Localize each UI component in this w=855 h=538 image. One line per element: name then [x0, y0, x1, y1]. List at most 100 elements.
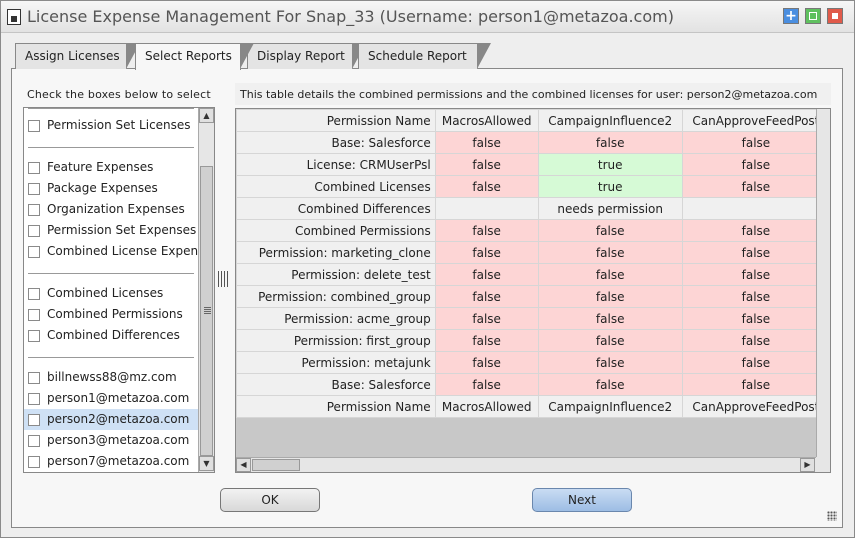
table-row: Permission: combined_group false false fals…	[236, 285, 830, 308]
checkbox[interactable]	[28, 435, 40, 447]
checkbox[interactable]	[28, 162, 40, 174]
table-cell: false	[681, 329, 830, 352]
checkbox[interactable]	[28, 246, 40, 258]
checkbox[interactable]	[28, 288, 40, 300]
table-row: Combined Licenses false true false	[236, 175, 830, 198]
item-label: person3@metazoa.com	[47, 433, 190, 447]
table-header-row: Permission Name MacrosAllowed CampaignIn…	[236, 109, 830, 132]
scroll-down-icon[interactable]: ▼	[199, 456, 214, 471]
table-cell: false	[681, 307, 830, 330]
checkbox[interactable]	[28, 120, 40, 132]
tab-label: Select Reports	[145, 49, 232, 63]
checkbox[interactable]	[28, 456, 40, 468]
table-cell: false	[537, 351, 683, 374]
scroll-right-icon[interactable]: ▶	[800, 458, 815, 472]
close-icon[interactable]	[827, 8, 843, 24]
column-footer: CanApproveFeedPost	[681, 395, 830, 418]
row-header: Permission: acme_group	[236, 307, 436, 330]
item-label: Combined Permissions	[47, 307, 183, 321]
table-cell: false	[681, 351, 830, 374]
checkbox[interactable]	[28, 204, 40, 216]
table-row: Permission: marketing_clone false false fal…	[236, 241, 830, 264]
table-cell: false	[681, 175, 830, 198]
list-item[interactable]: Feature Expenses	[24, 157, 198, 178]
checkbox[interactable]	[28, 309, 40, 321]
table-cell: false	[681, 219, 830, 242]
row-header: Combined Differences	[236, 197, 436, 220]
list-item[interactable]: person7@metazoa.com	[24, 451, 198, 472]
list-content: Permission Set Licenses Feature Expenses…	[24, 108, 198, 472]
maximize-icon[interactable]: +	[783, 8, 799, 24]
table-vertical-scrollbar[interactable]	[816, 109, 830, 457]
next-button[interactable]: Next	[532, 488, 632, 512]
report-selection-list[interactable]: Permission Set Licenses Feature Expenses…	[23, 107, 215, 473]
row-header: Base: Salesforce	[236, 131, 436, 154]
scroll-left-icon[interactable]: ◀	[236, 458, 251, 472]
list-item[interactable]: Organization Expenses	[24, 199, 198, 220]
permissions-table: Permission Name MacrosAllowed CampaignIn…	[236, 109, 830, 418]
table-cell: false	[434, 175, 539, 198]
list-item[interactable]: person1@metazoa.com	[24, 388, 198, 409]
row-header: Combined Permissions	[236, 219, 436, 242]
tab-assign-licenses[interactable]: Assign Licenses	[15, 43, 140, 69]
list-item[interactable]: Combined Licenses	[24, 283, 198, 304]
list-item[interactable]: Package Expenses	[24, 178, 198, 199]
item-label: person2@metazoa.com	[47, 412, 190, 426]
list-item[interactable]: billnewss88@mz.com	[24, 367, 198, 388]
checkbox[interactable]	[28, 393, 40, 405]
row-header: Permission: combined_group	[236, 285, 436, 308]
app-window: License Expense Management For Snap_33 (…	[0, 0, 855, 538]
table-cell: false	[537, 131, 683, 154]
scroll-up-icon[interactable]: ▲	[199, 108, 214, 123]
checkbox[interactable]	[28, 183, 40, 195]
table-cell: false	[434, 219, 539, 242]
list-item[interactable]: Permission Set Expenses	[24, 220, 198, 241]
list-item[interactable]: Permission Set Licenses	[24, 115, 198, 136]
checkbox[interactable]	[28, 225, 40, 237]
list-item[interactable]: Combined License Expenses	[24, 241, 198, 262]
checkbox[interactable]	[28, 330, 40, 342]
list-item[interactable]: person2@metazoa.com	[24, 409, 198, 430]
checkbox[interactable]	[28, 414, 40, 426]
scroll-corner	[816, 457, 830, 472]
list-item[interactable]: Combined Permissions	[24, 304, 198, 325]
column-header[interactable]: MacrosAllowed	[434, 109, 539, 132]
tab-schedule-report[interactable]: Schedule Report	[358, 43, 491, 69]
panel-splitter-handle[interactable]	[218, 271, 228, 287]
item-label: Permission Set Licenses	[47, 118, 191, 132]
column-footer: Permission Name	[236, 395, 436, 418]
list-vertical-scrollbar[interactable]: ▲ ▼	[198, 108, 214, 472]
column-header[interactable]: CanApproveFeedPost	[681, 109, 830, 132]
divider	[28, 147, 194, 148]
tab-display-report[interactable]: Display Report	[247, 43, 366, 69]
scroll-thumb[interactable]	[252, 459, 300, 471]
restore-icon[interactable]	[805, 8, 821, 24]
row-header: Combined Licenses	[236, 175, 436, 198]
ok-button[interactable]: OK	[220, 488, 320, 512]
left-panel-header: Check the boxes below to select	[27, 88, 211, 101]
table-cell	[434, 197, 539, 220]
tab-label: Assign Licenses	[25, 49, 120, 63]
list-item[interactable]: Combined Differences	[24, 325, 198, 346]
table-cell: false	[537, 329, 683, 352]
tab-label: Display Report	[257, 49, 345, 63]
column-header[interactable]: CampaignInfluence2	[537, 109, 683, 132]
table-row: Combined Permissions false false false	[236, 219, 830, 242]
tab-select-reports[interactable]: Select Reports	[135, 43, 254, 70]
list-item[interactable]: person3@metazoa.com	[24, 430, 198, 451]
item-label: Combined Differences	[47, 328, 180, 342]
scroll-thumb[interactable]	[200, 166, 213, 456]
resize-grip-icon[interactable]	[827, 511, 837, 521]
table-cell: false	[537, 241, 683, 264]
item-label: person1@metazoa.com	[47, 391, 190, 405]
divider	[28, 108, 194, 109]
checkbox[interactable]	[28, 372, 40, 384]
divider	[28, 357, 194, 358]
table-row: Base: Salesforce false false false	[236, 373, 830, 396]
table-horizontal-scrollbar[interactable]: ◀ ▶	[236, 457, 816, 472]
tab-label: Schedule Report	[368, 49, 467, 63]
row-header: Permission: first_group	[236, 329, 436, 352]
row-header: License: CRMUserPsl	[236, 153, 436, 176]
window-title: License Expense Management For Snap_33 (…	[27, 7, 674, 26]
item-label: billnewss88@mz.com	[47, 370, 177, 384]
